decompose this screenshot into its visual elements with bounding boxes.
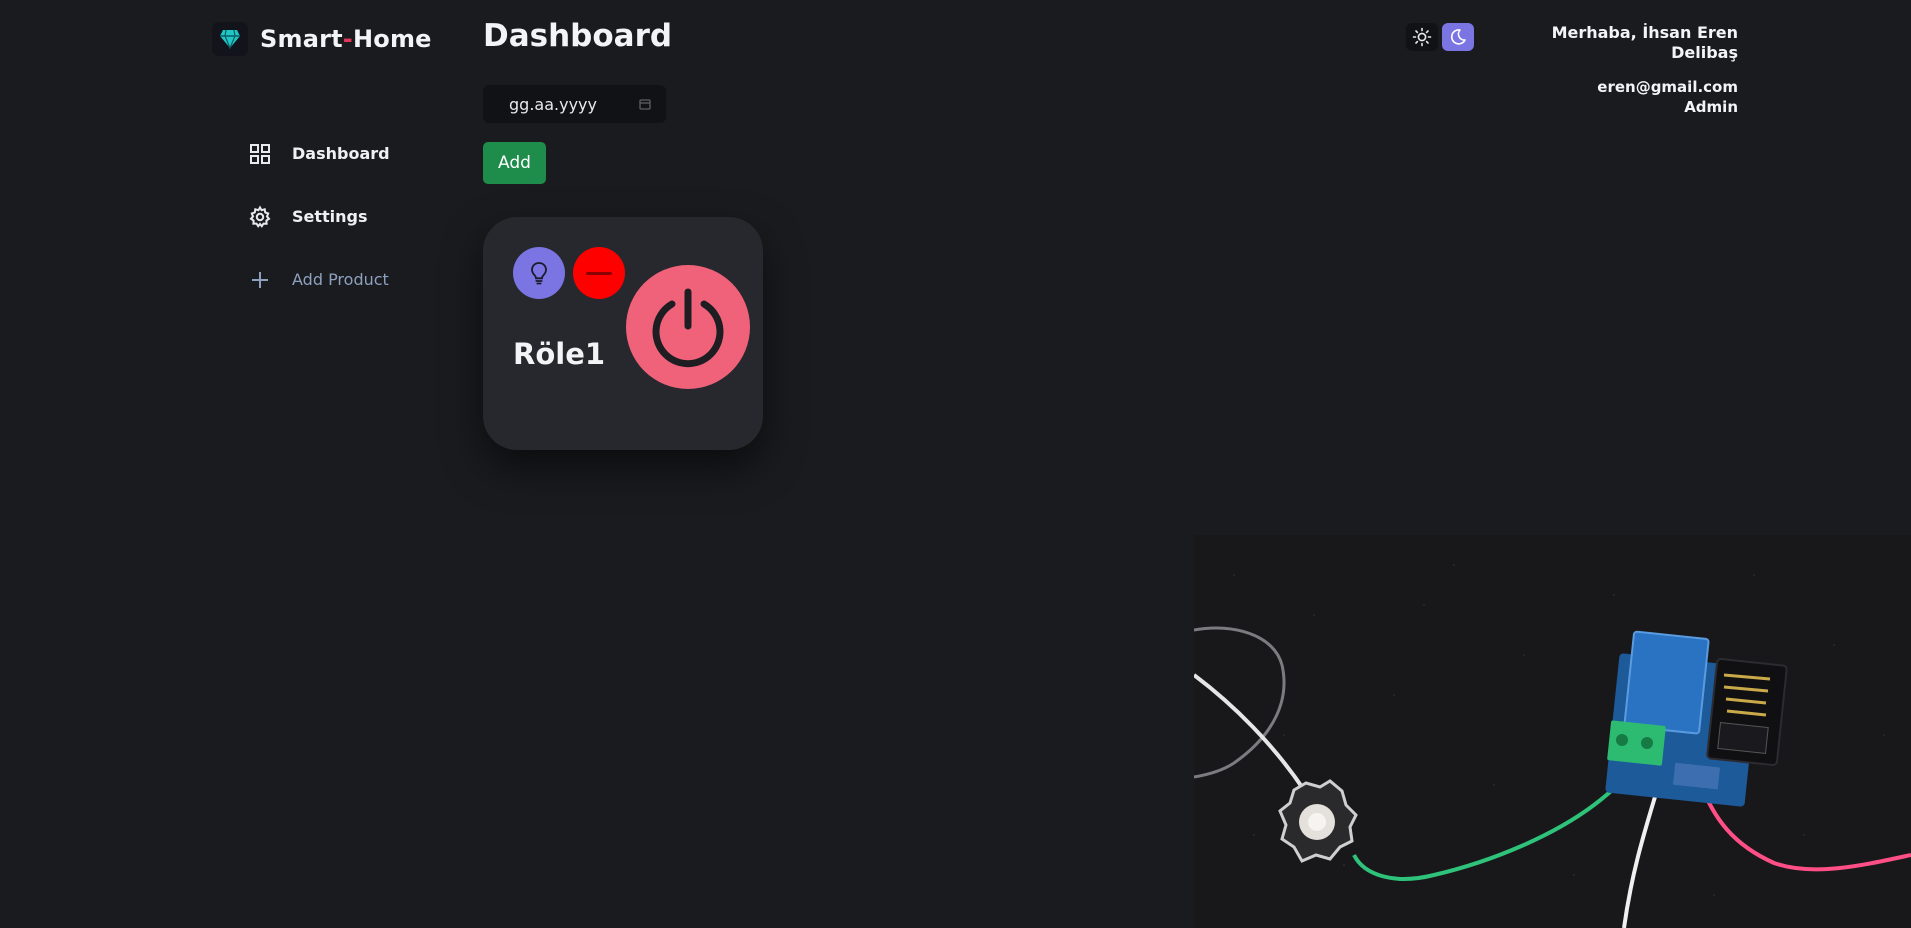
lightbulb-icon bbox=[513, 247, 565, 299]
minus-icon[interactable] bbox=[573, 247, 625, 299]
date-input-value: gg.aa.yyyy bbox=[509, 94, 597, 114]
sidebar-item-settings[interactable]: Settings bbox=[246, 185, 466, 248]
user-role: Admin bbox=[1684, 98, 1738, 116]
user-greeting: Merhaba, İhsan Eren Delibaş bbox=[1551, 23, 1738, 62]
camera-feed bbox=[1194, 535, 1911, 928]
moon-icon[interactable] bbox=[1442, 23, 1474, 51]
power-button[interactable] bbox=[626, 265, 750, 389]
brand-title-dash: - bbox=[342, 25, 353, 53]
dashboard-page: Smart-Home Dashboard Settings Add Produc… bbox=[0, 0, 1911, 928]
sidebar-item-label: Add Product bbox=[292, 270, 389, 289]
camera-photo bbox=[1194, 535, 1911, 928]
user-info: Merhaba, İhsan Eren Delibaş eren@gmail.c… bbox=[1498, 23, 1738, 117]
sidebar-item-label: Dashboard bbox=[292, 144, 390, 163]
add-button[interactable]: Add bbox=[483, 142, 546, 184]
brand-title: Smart-Home bbox=[260, 25, 432, 53]
sun-icon[interactable] bbox=[1406, 23, 1438, 51]
power-icon bbox=[652, 288, 724, 368]
sidebar-item-label: Settings bbox=[292, 207, 368, 226]
sidebar: Dashboard Settings Add Product bbox=[246, 122, 466, 311]
sidebar-item-dashboard[interactable]: Dashboard bbox=[246, 122, 466, 185]
brand-title-left: Smart bbox=[260, 25, 343, 53]
gear-icon bbox=[246, 203, 274, 231]
status-bar bbox=[586, 271, 612, 275]
user-email: eren@gmail.com bbox=[1597, 78, 1738, 96]
sidebar-item-add-product[interactable]: Add Product bbox=[246, 248, 466, 311]
theme-toggle bbox=[1406, 23, 1474, 51]
device-card: Röle1 bbox=[483, 217, 763, 450]
date-input[interactable]: gg.aa.yyyy bbox=[483, 85, 666, 123]
grid-icon bbox=[246, 140, 274, 168]
diamond-icon bbox=[212, 22, 248, 56]
brand-title-right: Home bbox=[352, 25, 432, 53]
page-title: Dashboard bbox=[483, 18, 673, 54]
brand[interactable]: Smart-Home bbox=[212, 22, 432, 56]
plus-icon bbox=[246, 266, 274, 294]
device-name: Röle1 bbox=[513, 337, 606, 371]
calendar-icon[interactable] bbox=[638, 97, 652, 111]
